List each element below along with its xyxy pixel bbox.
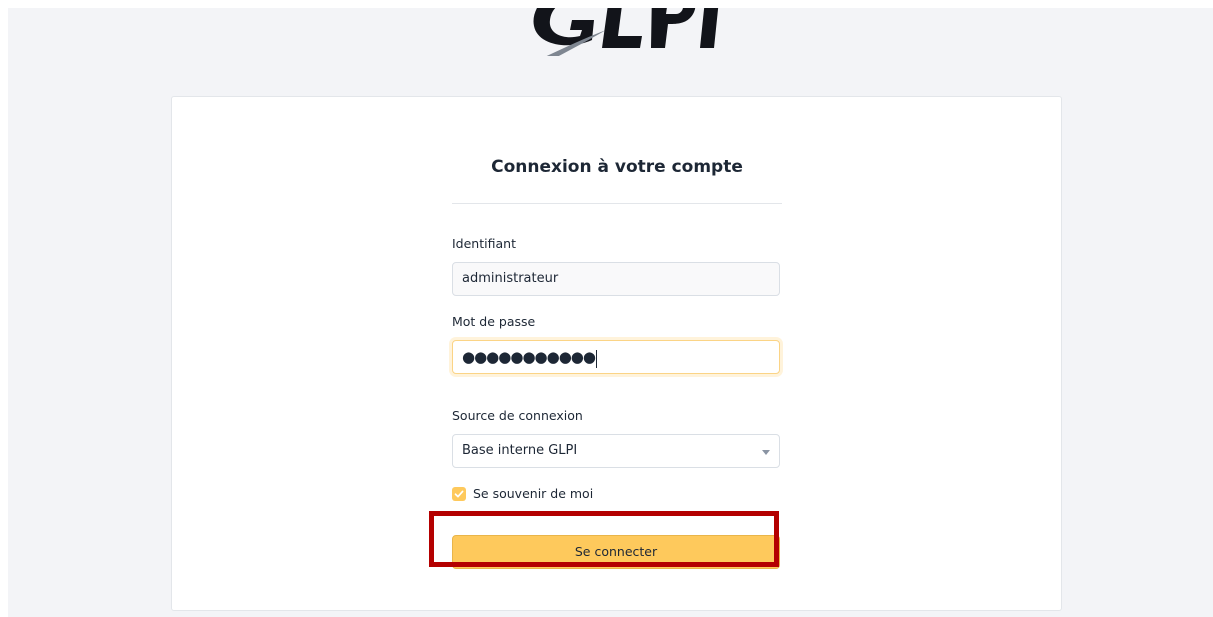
chevron-down-icon <box>762 450 770 455</box>
divider <box>452 203 782 204</box>
remember-me-label: Se souvenir de moi <box>473 486 594 501</box>
login-source-value: Base interne GLPI <box>462 443 578 458</box>
password-value: ●●●●●●●●●●● <box>462 348 596 366</box>
password-label: Mot de passe <box>452 314 536 329</box>
username-input[interactable]: administrateur <box>452 262 780 296</box>
text-caret <box>595 349 597 368</box>
remember-me-checkbox[interactable] <box>452 486 466 501</box>
username-value: administrateur <box>462 271 559 286</box>
login-submit-button[interactable]: Se connecter <box>452 535 780 569</box>
glpi-logo <box>520 8 730 56</box>
password-input[interactable]: ●●●●●●●●●●● <box>452 340 780 374</box>
login-card: Connexion à votre compte Identifiant adm… <box>171 96 1062 611</box>
check-icon <box>454 490 464 497</box>
login-source-label: Source de connexion <box>452 408 583 423</box>
login-source-select[interactable]: Base interne GLPI <box>452 434 780 468</box>
username-label: Identifiant <box>452 236 516 251</box>
remember-me-row[interactable]: Se souvenir de moi <box>452 486 593 501</box>
page-background: Connexion à votre compte Identifiant adm… <box>8 8 1213 617</box>
page-title: Connexion à votre compte <box>491 157 743 177</box>
